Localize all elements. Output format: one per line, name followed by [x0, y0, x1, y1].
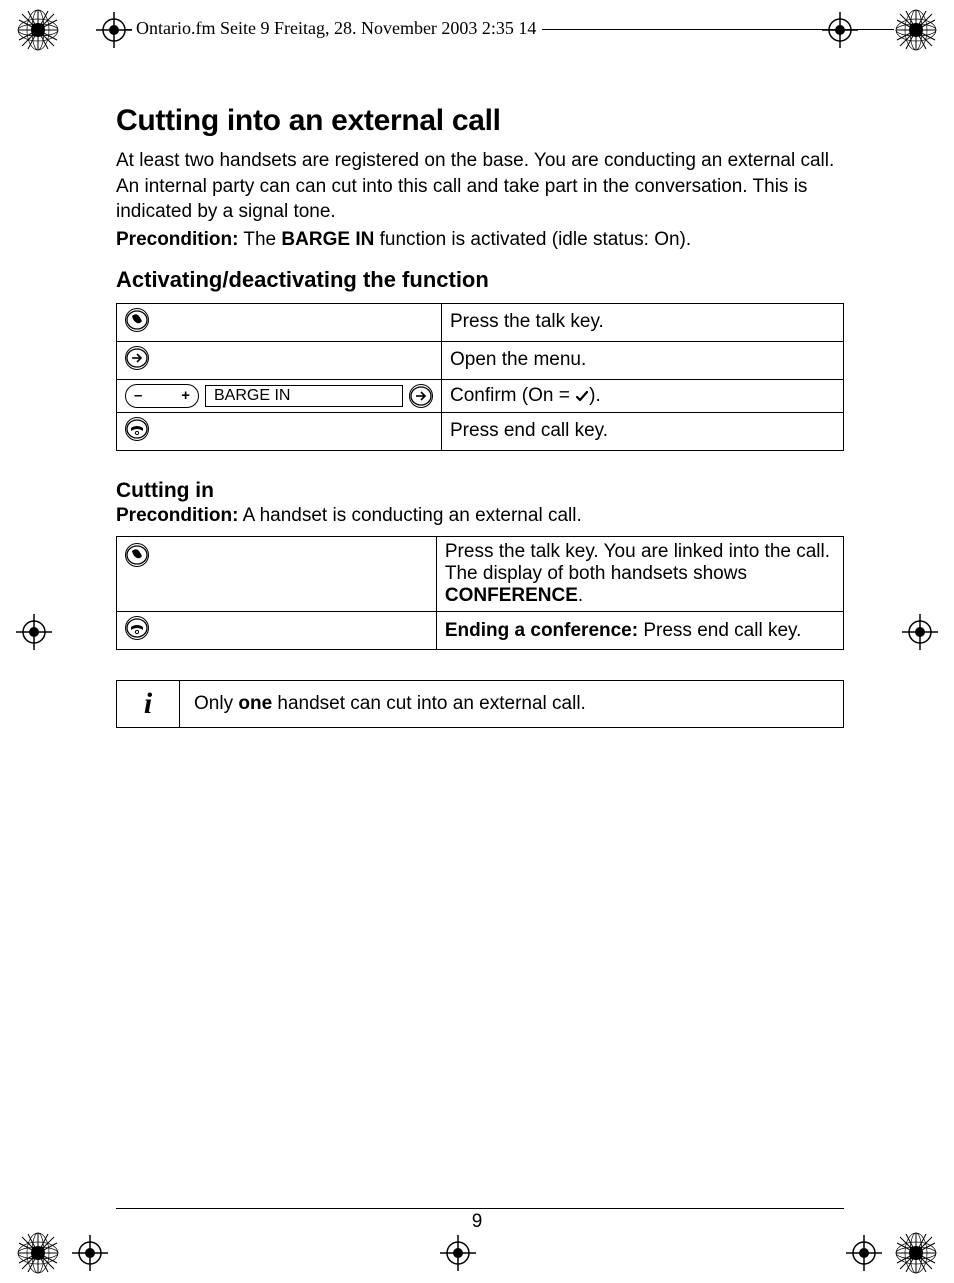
checkmark-icon: [575, 390, 589, 402]
menu-item-label: BARGE IN: [205, 385, 403, 407]
volume-key-icon: – +: [125, 384, 199, 408]
info-note: i Only one handset can cut into an exter…: [116, 680, 844, 728]
table-row: – + BARGE IN Confirm (On = ).: [117, 379, 844, 412]
menu-right-icon: [409, 384, 433, 408]
info-text: Only one handset can cut into an externa…: [180, 681, 843, 727]
info-icon: i: [117, 681, 180, 727]
page-title: Cutting into an external call: [116, 104, 844, 138]
registration-mark-icon: [96, 12, 132, 48]
section-heading-cutting-in: Cutting in: [116, 479, 844, 503]
registration-mark-icon: [822, 12, 858, 48]
instruction-table-2: Press the talk key. You are linked into …: [116, 536, 844, 650]
table-row: Open the menu.: [117, 341, 844, 379]
menu-right-icon: [125, 346, 149, 370]
section-heading-activating: Activating/deactivating the function: [116, 267, 844, 293]
instruction-text: Confirm (On = ).: [442, 379, 844, 412]
table-row: Press the talk key.: [117, 303, 844, 341]
intro-paragraph: At least two handsets are registered on …: [116, 148, 844, 225]
instruction-text: Ending a conference: Press end call key.: [436, 612, 843, 650]
talk-key-icon: [125, 543, 149, 567]
crop-starburst-icon: [894, 8, 938, 52]
talk-key-icon: [125, 308, 149, 332]
registration-mark-icon: [902, 614, 938, 650]
registration-mark-icon: [846, 1235, 882, 1271]
instruction-text: Press end call key.: [442, 412, 844, 450]
end-key-icon: [125, 616, 149, 640]
table-row: Ending a conference: Press end call key.: [117, 612, 844, 650]
end-key-icon: [125, 417, 149, 441]
registration-mark-icon: [440, 1235, 476, 1271]
precondition-line-2: Precondition: A handset is conducting an…: [116, 503, 844, 529]
page-number: 9: [0, 1211, 954, 1233]
registration-mark-icon: [16, 614, 52, 650]
running-head: Ontario.fm Seite 9 Freitag, 28. November…: [132, 18, 542, 39]
crop-starburst-icon: [16, 1231, 60, 1275]
instruction-text: Open the menu.: [442, 341, 844, 379]
crop-starburst-icon: [894, 1231, 938, 1275]
instruction-table-1: Press the talk key. Open the menu. – + B…: [116, 303, 844, 451]
page-content: Cutting into an external call At least t…: [116, 104, 844, 728]
footer-rule: [116, 1208, 844, 1209]
registration-mark-icon: [72, 1235, 108, 1271]
crop-starburst-icon: [16, 8, 60, 52]
table-row: Press end call key.: [117, 412, 844, 450]
instruction-text: Press the talk key.: [442, 303, 844, 341]
precondition-line: Precondition: The BARGE IN function is a…: [116, 227, 844, 253]
instruction-text: Press the talk key. You are linked into …: [436, 537, 843, 612]
precondition-label: Precondition:: [116, 229, 238, 250]
table-row: Press the talk key. You are linked into …: [117, 537, 844, 612]
